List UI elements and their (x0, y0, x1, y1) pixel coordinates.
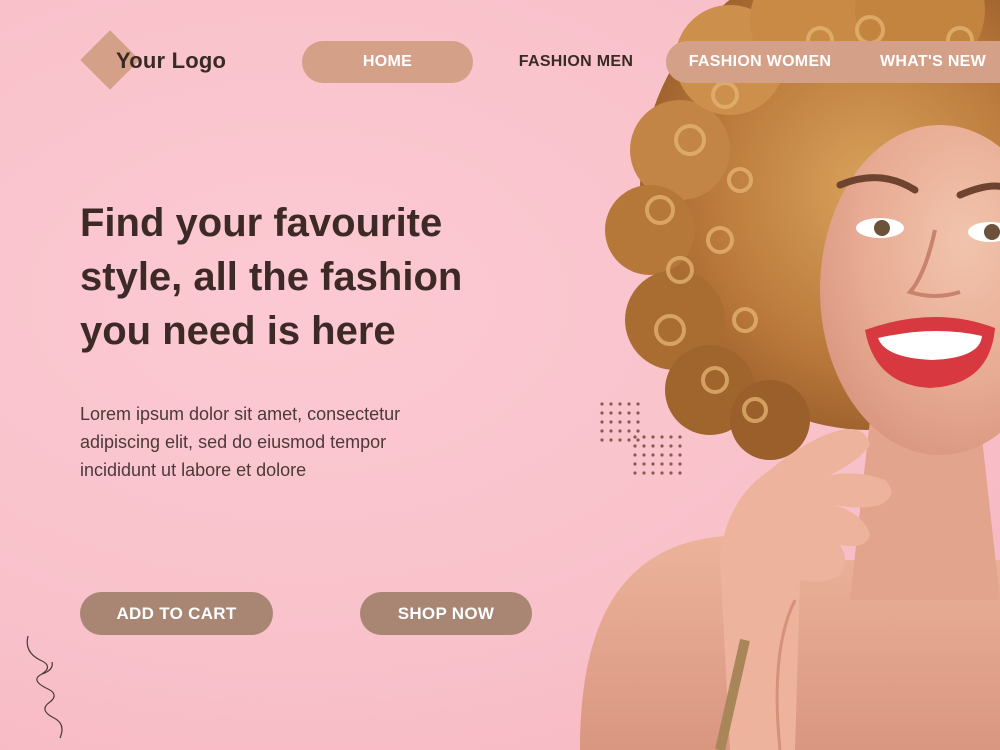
decoration-dot (627, 420, 631, 424)
decoration-dot (678, 471, 682, 475)
decoration-dot (651, 444, 655, 448)
decoration-dot (609, 411, 613, 415)
decoration-dot (633, 462, 637, 466)
decoration-dot (636, 411, 640, 415)
decoration-dot (627, 411, 631, 415)
decoration-dot (609, 402, 613, 406)
squiggle-decoration (26, 635, 63, 739)
decoration-dot (636, 429, 640, 433)
decoration-dot (642, 453, 646, 457)
decoration-dot (633, 435, 637, 439)
decoration-dot (669, 444, 673, 448)
nav-fashion-women[interactable]: FASHION WOMEN (666, 41, 854, 83)
decoration-dot (600, 420, 604, 424)
decoration-dot (660, 471, 664, 475)
decoration-dot (678, 444, 682, 448)
decoration-dot (660, 453, 664, 457)
decoration-dot (600, 411, 604, 415)
decoration-dot (633, 471, 637, 475)
dot-pattern-decoration (600, 402, 682, 475)
description-line: Lorem ipsum dolor sit amet, consectetur (80, 404, 401, 424)
decoration-dot (600, 402, 604, 406)
decoration-dot (651, 471, 655, 475)
headline-line: Find your favourite (80, 201, 443, 245)
decoration-dot (600, 438, 604, 442)
decoration-dot (636, 438, 640, 442)
headline-line: style, all the fashion (80, 255, 463, 299)
nav-whats-new[interactable]: WHAT'S NEW (872, 41, 1000, 83)
decoration-dot (660, 435, 664, 439)
nav-fashion-men[interactable]: FASHION MEN (506, 41, 646, 83)
hero-description: Lorem ipsum dolor sit amet, consectetur … (80, 400, 500, 484)
decoration-dot (627, 429, 631, 433)
decoration-dot (651, 453, 655, 457)
description-line: adipiscing elit, sed do eiusmod tempor (80, 432, 387, 452)
decoration-dot (636, 402, 640, 406)
decoration-dot (633, 444, 637, 448)
decoration-dot (609, 429, 613, 433)
hero-headline: Find your favourite style, all the fashi… (80, 196, 550, 358)
decoration-dot (618, 402, 622, 406)
decoration-dot (636, 420, 640, 424)
decoration-dot (660, 462, 664, 466)
decoration-dot (678, 462, 682, 466)
decoration-dot (651, 435, 655, 439)
decoration-dot (642, 462, 646, 466)
headline-line: you need is here (80, 309, 396, 353)
decoration-dot (609, 420, 613, 424)
decoration-dot (633, 453, 637, 457)
decoration-dot (618, 438, 622, 442)
shop-now-button[interactable]: SHOP NOW (360, 592, 532, 635)
decoration-dot (669, 471, 673, 475)
landing-page: Your Logo HOME FASHION MEN FASHION WOMEN… (0, 0, 1000, 750)
decoration-dot (669, 453, 673, 457)
decoration-dot (642, 444, 646, 448)
decoration-dot (600, 429, 604, 433)
decoration-dot (618, 420, 622, 424)
decoration-dot (627, 438, 631, 442)
logo-text[interactable]: Your Logo (116, 48, 226, 74)
description-line: incididunt ut labore et dolore (80, 460, 307, 480)
add-to-cart-button[interactable]: ADD TO CART (80, 592, 273, 635)
decoration-dot (618, 411, 622, 415)
decoration-dot (609, 438, 613, 442)
decoration-dot (618, 429, 622, 433)
decoration-dot (678, 453, 682, 457)
decoration-dot (669, 462, 673, 466)
decoration-dot (678, 435, 682, 439)
nav-home[interactable]: HOME (302, 41, 473, 83)
decoration-dot (660, 444, 664, 448)
decoration-dot (627, 402, 631, 406)
model-portrait-image (540, 0, 1000, 750)
decoration-dot (669, 435, 673, 439)
decoration-dot (651, 462, 655, 466)
decoration-dot (642, 435, 646, 439)
decoration-dot (642, 471, 646, 475)
